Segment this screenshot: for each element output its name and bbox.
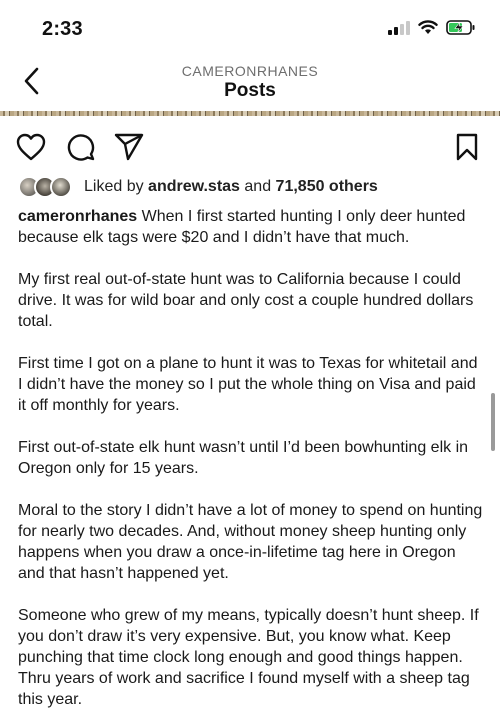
liker-avatars (18, 176, 76, 198)
post-image-edge[interactable] (0, 111, 500, 116)
caption-username[interactable]: cameronrhanes (18, 208, 137, 225)
share-button[interactable] (112, 130, 146, 164)
heart-icon (16, 133, 46, 161)
like-button[interactable] (14, 130, 48, 164)
caption-paragraph: My first real out-of-state hunt was to C… (18, 271, 474, 330)
page-title: Posts (224, 80, 276, 101)
status-icons (388, 20, 476, 35)
battery-charging-icon (446, 20, 475, 35)
status-bar: 2:33 (0, 0, 500, 58)
caption-paragraph: First time I got on a plane to hunt it w… (18, 355, 478, 414)
status-time: 2:33 (42, 18, 83, 40)
post-caption: cameronrhanes When I first started hunti… (18, 206, 484, 717)
share-icon (114, 133, 144, 161)
caption-paragraph: cameronrhanes When I first started hunti… (18, 206, 484, 248)
comment-button[interactable] (64, 130, 98, 164)
navigation-header: CAMERONRHANES Posts (0, 58, 500, 110)
likes-row[interactable]: Liked by andrew.stas and 71,850 others (18, 174, 488, 200)
caption-paragraph: Moral to the story I didn’t have a lot o… (18, 502, 483, 582)
save-button[interactable] (450, 130, 484, 164)
liker-username[interactable]: andrew.stas (148, 178, 240, 195)
avatar (50, 176, 72, 198)
scrollbar[interactable] (491, 393, 495, 451)
likes-summary: Liked by andrew.stas and 71,850 others (84, 178, 378, 196)
post-actions (0, 126, 500, 166)
signal-icon (388, 20, 410, 35)
bookmark-icon (456, 133, 478, 161)
comment-icon (67, 134, 95, 161)
likes-count[interactable]: 71,850 others (276, 178, 378, 195)
likes-prefix: Liked by (84, 178, 144, 195)
wifi-icon (418, 20, 438, 34)
caption-paragraph: First out-of-state elk hunt wasn’t until… (18, 439, 469, 477)
caption-paragraph: Someone who grew of my means, typically … (18, 607, 479, 708)
likes-and: and (244, 178, 272, 195)
profile-username-header: CAMERONRHANES (181, 63, 319, 79)
